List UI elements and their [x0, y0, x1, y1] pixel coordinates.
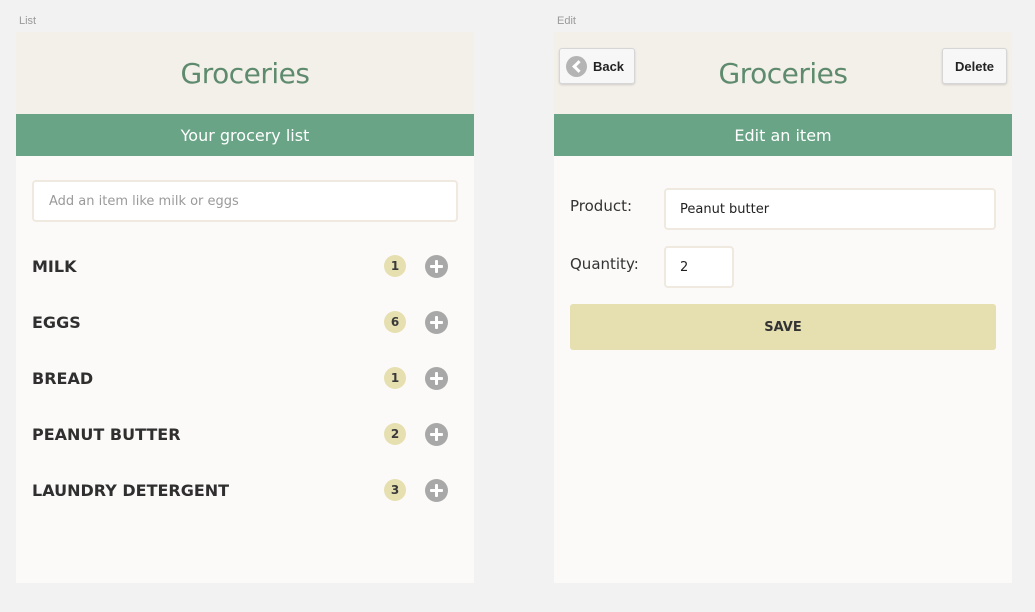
product-field[interactable] — [664, 188, 996, 230]
list-screen: Groceries Your grocery list MILK 1 EGGS … — [16, 32, 474, 583]
item-name: EGGS — [32, 312, 81, 332]
plus-circle-icon[interactable] — [425, 478, 448, 502]
delete-button[interactable]: Delete — [942, 48, 1007, 84]
add-item-input[interactable] — [32, 180, 458, 222]
list-item[interactable]: PEANUT BUTTER 2 — [16, 406, 474, 462]
quantity-badge: 6 — [384, 311, 406, 333]
list-item[interactable]: MILK 1 — [16, 238, 474, 294]
quantity-badge: 3 — [384, 479, 406, 501]
save-button[interactable]: SAVE — [570, 304, 996, 350]
back-button[interactable]: Back — [559, 48, 635, 84]
item-name: LAUNDRY DETERGENT — [32, 480, 230, 500]
edit-subheader: Edit an item — [554, 114, 1012, 156]
item-name: BREAD — [32, 368, 94, 388]
plus-circle-icon[interactable] — [425, 366, 448, 390]
plus-circle-icon[interactable] — [425, 254, 448, 278]
list-item[interactable]: LAUNDRY DETERGENT 3 — [16, 462, 474, 518]
delete-label: Delete — [954, 58, 995, 74]
app-title: Groceries — [180, 56, 310, 90]
product-label: Product: — [570, 197, 633, 215]
list-header: Groceries — [16, 32, 474, 114]
edit-screen-label: Edit — [557, 15, 576, 27]
quantity-badge: 1 — [384, 367, 406, 389]
plus-circle-icon[interactable] — [425, 310, 448, 334]
list-item[interactable]: BREAD 1 — [16, 350, 474, 406]
back-label: Back — [592, 58, 625, 74]
list-item[interactable]: EGGS 6 — [16, 294, 474, 350]
edit-screen: Back Groceries Delete Edit an item Produ… — [554, 32, 1012, 583]
quantity-label: Quantity: — [570, 255, 639, 273]
app-title: Groceries — [718, 56, 848, 90]
quantity-badge: 1 — [384, 255, 406, 277]
list-screen-label: List — [19, 15, 37, 27]
item-name: PEANUT BUTTER — [32, 424, 181, 444]
list-subheader: Your grocery list — [16, 114, 474, 156]
chevron-left-circle-icon — [565, 55, 587, 77]
quantity-badge: 2 — [384, 423, 406, 445]
edit-header: Back Groceries Delete — [554, 32, 1012, 114]
item-name: MILK — [32, 256, 77, 276]
plus-circle-icon[interactable] — [425, 422, 448, 446]
grocery-list: MILK 1 EGGS 6 BREAD 1 PEANUT BUTTER 2 LA… — [16, 238, 474, 518]
quantity-field[interactable] — [664, 246, 734, 288]
